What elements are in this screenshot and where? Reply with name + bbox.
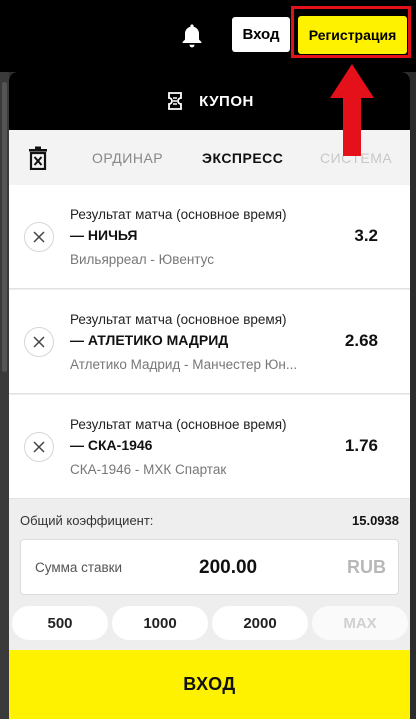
bet-market: Результат матча (основное время) xyxy=(70,417,287,432)
bet-outcome: — АТЛЕТИКО МАДРИД xyxy=(70,332,229,348)
tab-express[interactable]: ЭКСПРЕСС xyxy=(202,150,283,166)
remove-bet-button[interactable] xyxy=(24,327,54,357)
bet-market: Результат матча (основное время) xyxy=(70,207,287,222)
bet-odds: 3.2 xyxy=(354,226,378,245)
bet-odds: 2.68 xyxy=(344,331,378,350)
bet-item: Результат матча (основное время) — СКА-1… xyxy=(9,395,410,499)
total-odds-label: Общий коэффициент: xyxy=(20,513,154,528)
scrollbar-thumb[interactable] xyxy=(2,82,7,372)
bet-item: Результат матча (основное время) — НИЧЬЯ… xyxy=(9,185,410,289)
close-icon xyxy=(33,231,45,243)
total-odds-value: 15.0938 xyxy=(352,513,399,528)
close-icon xyxy=(33,441,45,453)
bet-event: СКА-1946 - МХК Спартак xyxy=(70,462,227,477)
ticket-icon xyxy=(168,92,183,110)
close-icon xyxy=(33,336,45,348)
bet-item: Результат матча (основное время) — АТЛЕТ… xyxy=(9,290,410,394)
remove-bet-button[interactable] xyxy=(24,222,54,252)
trash-icon[interactable] xyxy=(27,146,49,170)
stake-input[interactable]: Сумма ставки 200.00 RUB xyxy=(20,539,399,595)
stake-currency: RUB xyxy=(347,557,386,577)
register-button[interactable]: Регистрация xyxy=(298,16,407,54)
remove-bet-button[interactable] xyxy=(24,432,54,462)
scrollbar-track[interactable] xyxy=(0,72,9,719)
quick-amount-2000[interactable]: 2000 xyxy=(212,606,308,640)
coupon-panel: КУПОН ОРДИНАР ЭКСПРЕСС СИСТЕМА Результат… xyxy=(9,72,410,719)
stake-value[interactable]: 200.00 xyxy=(199,557,257,579)
bell-icon[interactable] xyxy=(178,22,206,50)
top-bar: Вход Регистрация xyxy=(0,0,416,72)
quick-amount-1000[interactable]: 1000 xyxy=(112,606,208,640)
bet-event: Атлетико Мадрид - Манчестер Юн... xyxy=(70,357,298,372)
bet-event: Вильярреал - Ювентус xyxy=(70,252,214,267)
login-submit-button[interactable]: ВХОД xyxy=(9,650,410,719)
bet-outcome: — НИЧЬЯ xyxy=(70,227,138,243)
stake-label: Сумма ставки xyxy=(35,560,123,575)
bet-odds: 1.76 xyxy=(344,436,378,455)
quick-amount-500[interactable]: 500 xyxy=(12,606,108,640)
bet-market: Результат матча (основное время) xyxy=(70,312,287,327)
bet-outcome: — СКА-1946 xyxy=(70,437,153,453)
arrow-up-icon xyxy=(330,64,374,156)
quick-amount-max[interactable]: MAX xyxy=(312,606,408,640)
coupon-title: КУПОН xyxy=(199,92,254,110)
tab-ordinar[interactable]: ОРДИНАР xyxy=(92,150,163,166)
login-button[interactable]: Вход xyxy=(232,17,290,52)
